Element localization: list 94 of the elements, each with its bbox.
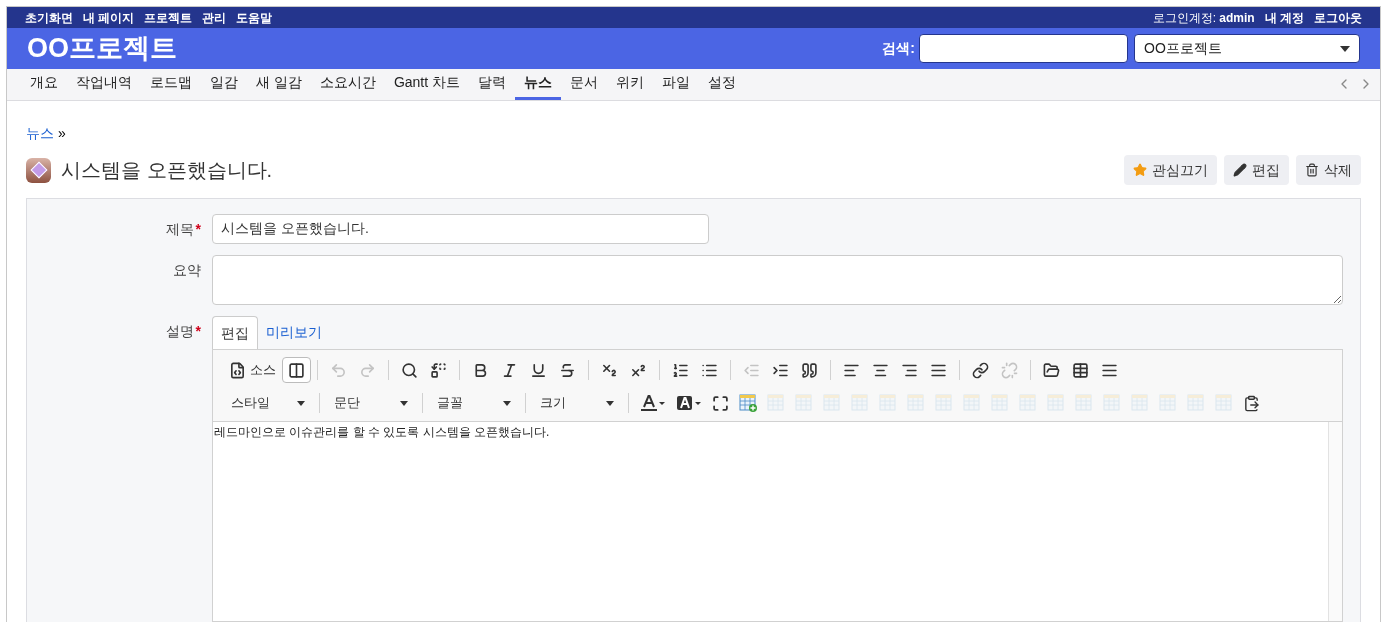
- table-grid-icon: [1075, 394, 1093, 412]
- format-dropdown[interactable]: 스타일: [223, 391, 313, 415]
- field-label: 요약: [172, 261, 202, 280]
- toolbar-button[interactable]: [282, 357, 311, 383]
- replace-icon: [430, 361, 447, 379]
- nav-tab[interactable]: 뉴스: [515, 68, 562, 100]
- scrollbar[interactable]: [1328, 422, 1342, 621]
- top-menu-link[interactable]: 초기화면: [25, 8, 73, 27]
- format-dropdown[interactable]: 문단: [326, 391, 416, 415]
- bold-icon: [472, 361, 489, 379]
- nav-tab[interactable]: 파일: [653, 68, 700, 100]
- action-button[interactable]: 관심끄기: [1124, 155, 1217, 185]
- editor-content-area[interactable]: 레드마인으로 이슈관리를 할 수 있도록 시스템을 오픈했습니다.: [212, 422, 1343, 622]
- search-icon: [401, 361, 418, 379]
- breadcrumb-link[interactable]: 뉴스: [26, 123, 54, 144]
- nav-tab[interactable]: 문서: [561, 68, 608, 100]
- field-label: 제목*: [164, 219, 202, 239]
- account-link[interactable]: 내 계정: [1264, 8, 1304, 27]
- news-icon: [26, 157, 51, 183]
- nav-tab[interactable]: 일감: [201, 68, 247, 100]
- link-icon: [972, 361, 989, 379]
- dropdown-arrow-icon: [400, 400, 408, 406]
- table-grid-icon: [851, 394, 869, 412]
- nav-tab[interactable]: 달력: [469, 68, 516, 100]
- insert-table-icon: [739, 394, 757, 412]
- background-color-icon: [676, 394, 702, 412]
- nav-tab[interactable]: 개요: [21, 68, 67, 100]
- maximize-icon: [712, 394, 729, 412]
- nav-tab[interactable]: 위키: [607, 68, 654, 100]
- dropdown-arrow-icon: [606, 400, 614, 406]
- nav-tab[interactable]: Gantt 차트: [384, 68, 470, 100]
- table-grid-icon: [1187, 394, 1205, 412]
- account-link[interactable]: 로그아웃: [1314, 8, 1362, 27]
- table-grid-icon: [1103, 394, 1121, 412]
- unlink-icon: [1001, 361, 1018, 379]
- source-icon: [229, 361, 246, 379]
- search-label: 검색:: [882, 39, 915, 59]
- action-button[interactable]: 삭제: [1296, 155, 1361, 185]
- table-grid-icon: [1131, 394, 1149, 412]
- table-grid-icon: [1019, 394, 1037, 412]
- star-icon: [1133, 163, 1147, 177]
- italic-icon: [501, 361, 518, 379]
- table-grid-icon: [767, 394, 785, 412]
- strikethrough-icon: [559, 361, 576, 379]
- format-dropdown[interactable]: 크기: [532, 391, 622, 415]
- table-grid-icon: [1047, 394, 1065, 412]
- nav-tab[interactable]: 새 일감: [247, 68, 311, 100]
- table-grid-icon: [991, 394, 1009, 412]
- quote-icon: [801, 361, 818, 379]
- paste-icon: [1243, 394, 1260, 412]
- table-grid-icon: [795, 394, 813, 412]
- breadcrumb-separator: »: [58, 124, 66, 143]
- underline-icon: [530, 361, 547, 379]
- undo-icon: [330, 361, 347, 379]
- summary-field[interactable]: [212, 255, 1343, 305]
- page-title: 시스템을 오픈했습니다.: [61, 158, 273, 183]
- project-select[interactable]: OO프로젝트: [1134, 34, 1360, 64]
- table-grid-icon: [935, 394, 953, 412]
- dropdown-arrow-icon: [297, 400, 305, 406]
- nav-tab[interactable]: 소요시간: [310, 68, 385, 100]
- dropdown-arrow-icon: [503, 400, 511, 406]
- top-menu-link[interactable]: 내 페이지: [83, 8, 135, 27]
- format-dropdown[interactable]: 글꼴: [429, 391, 519, 415]
- text-color-icon: [640, 394, 666, 412]
- table-icon: [1072, 361, 1089, 379]
- nav-tab[interactable]: 작업내역: [67, 68, 141, 100]
- title-field[interactable]: 시스템을 오픈했습니다.: [212, 214, 709, 244]
- field-label: 설명*: [164, 322, 202, 341]
- action-button[interactable]: 편집: [1224, 155, 1289, 185]
- table-grid-icon: [879, 394, 897, 412]
- table-grid-icon: [823, 394, 841, 412]
- editor-tab[interactable]: 편집: [212, 316, 258, 349]
- table-grid-icon: [1159, 394, 1177, 412]
- required-mark: *: [195, 323, 201, 339]
- table-grid-icon: [963, 394, 981, 412]
- top-menu-link[interactable]: 도움말: [236, 8, 273, 27]
- nav-tab[interactable]: 설정: [699, 68, 746, 100]
- nav-tab[interactable]: 로드맵: [141, 68, 201, 100]
- top-menu-link[interactable]: 관리: [202, 8, 227, 27]
- required-mark: *: [195, 220, 201, 237]
- top-menu-link[interactable]: 프로젝트: [144, 8, 193, 27]
- editor-text: 레드마인으로 이슈관리를 할 수 있도록 시스템을 오픈했습니다.: [213, 424, 551, 441]
- toolbar-button[interactable]: 소스: [223, 357, 282, 383]
- table-grid-icon: [1215, 394, 1233, 412]
- table-grid-icon: [907, 394, 925, 412]
- login-label: 로그인계정: admin: [1152, 9, 1255, 27]
- trash-icon: [1305, 163, 1319, 177]
- project-title: OO프로젝트: [27, 32, 177, 66]
- pencil-icon: [1233, 163, 1247, 177]
- search-field[interactable]: [919, 34, 1128, 64]
- redo-icon: [359, 361, 376, 379]
- editor-tab[interactable]: 미리보기: [258, 316, 330, 349]
- numbered-list-icon: [672, 361, 689, 379]
- dropdown-arrow-icon: [1340, 45, 1350, 52]
